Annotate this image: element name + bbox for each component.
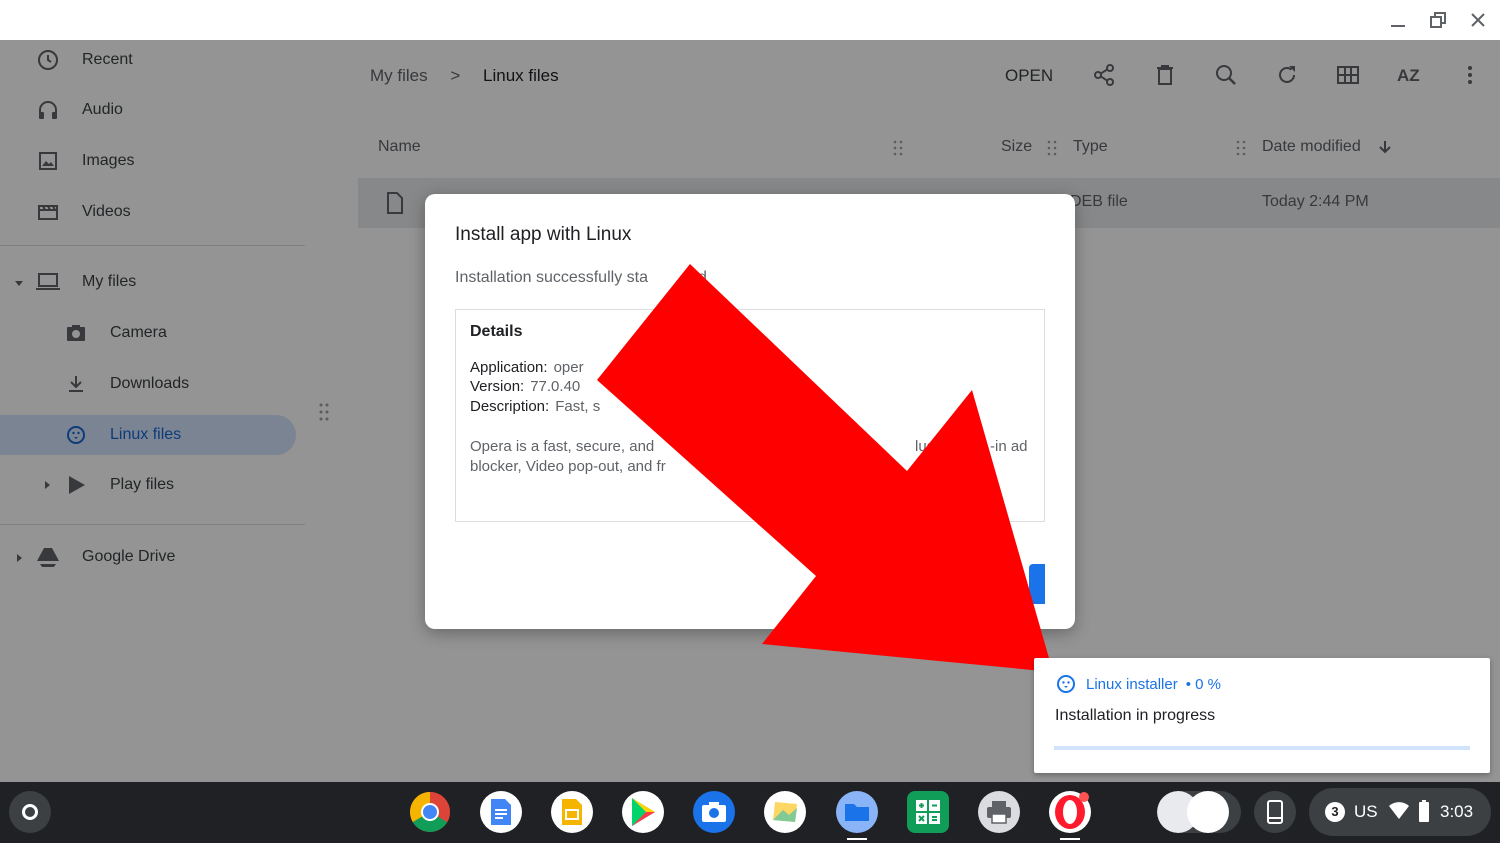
dialog-status-tail: d <box>697 269 707 286</box>
notification-percent: • 0 % <box>1185 675 1221 693</box>
dialog-status: Installation successfully sta d <box>455 269 707 287</box>
shelf-app-printer[interactable] <box>978 791 1020 833</box>
shelf-app-docs[interactable] <box>480 791 522 833</box>
notification-message: Installation in progress <box>1055 707 1216 724</box>
shelf-app-opera[interactable] <box>1049 791 1091 833</box>
detail-key: Version: <box>470 378 525 395</box>
detail-value: 77.0.40 <box>530 378 581 395</box>
window-title-bar <box>0 0 1500 40</box>
ok-button[interactable] <box>1029 564 1045 604</box>
detail-key: Description: <box>470 398 550 415</box>
printer-icon <box>987 801 1011 824</box>
shelf-app-calculator[interactable] <box>907 791 949 833</box>
description-part-c: -in ad <box>990 438 1028 455</box>
install-dialog: Install app with Linux Installation succ… <box>425 194 1075 629</box>
maximize-icon <box>1430 12 1446 28</box>
shelf-app-play-store[interactable] <box>622 791 664 833</box>
shelf-app-slides[interactable] <box>551 791 593 833</box>
battery-icon <box>1419 800 1429 822</box>
notification-count-badge: 3 <box>1325 802 1345 822</box>
detail-application: Application: oper <box>470 359 584 376</box>
penguin-icon <box>1057 675 1075 693</box>
camera-app-icon <box>702 802 726 822</box>
shelf-app-gallery[interactable] <box>764 791 806 833</box>
dialog-status-text: Installation successfully sta <box>455 269 648 286</box>
minimize-icon <box>1391 25 1405 27</box>
close-icon <box>1471 13 1485 27</box>
clock-time: 3:03 <box>1440 802 1474 821</box>
description-part-a: Opera is a fast, secure, and <box>470 438 655 455</box>
minimize-button[interactable] <box>1383 6 1413 34</box>
detail-value: Fast, s <box>555 398 601 415</box>
detail-description: Description: Fast, s <box>470 398 600 415</box>
description-line-1: Opera is a fast, secure, and lud -in ad <box>470 437 1030 457</box>
running-indicator <box>847 838 867 840</box>
dialog-title: Install app with Linux <box>455 224 632 245</box>
keyboard-layout: US <box>1354 802 1378 821</box>
shelf-app-files[interactable] <box>836 791 878 833</box>
description-line-2: blocker, Video pop-out, and fr <box>470 458 666 475</box>
detail-key: Application: <box>470 359 548 376</box>
app-description: Opera is a fast, secure, and lud -in ad … <box>470 437 1030 477</box>
opera-icon <box>1050 792 1090 832</box>
status-tray[interactable]: 3 US 3:03 <box>1309 788 1491 836</box>
slides-icon <box>562 799 582 825</box>
shelf-app-camera[interactable] <box>693 791 735 833</box>
running-indicator <box>1060 838 1080 840</box>
wifi-icon <box>1389 802 1409 819</box>
docs-icon <box>491 799 511 825</box>
play-store-icon <box>632 798 655 826</box>
phone-icon <box>1267 800 1283 824</box>
calculator-icon <box>916 800 940 824</box>
maximize-button[interactable] <box>1423 6 1453 34</box>
chrome-icon <box>410 792 450 832</box>
notification-app-name: Linux installer <box>1086 675 1178 693</box>
linux-installer-notification[interactable]: Linux installer • 0 % Installation in pr… <box>1034 658 1490 773</box>
close-button[interactable] <box>1463 6 1493 34</box>
launcher-icon <box>22 804 38 820</box>
files-icon <box>836 791 878 833</box>
description-part-b: lud <box>915 438 936 455</box>
details-panel: Details Application: oper Version: 77.0.40… <box>455 309 1045 522</box>
gallery-icon <box>773 802 797 822</box>
detail-value: oper <box>553 359 584 376</box>
holding-space-tray[interactable] <box>1157 791 1241 833</box>
thumbnail-2 <box>1187 791 1229 833</box>
install-progress-bar <box>1054 746 1470 750</box>
launcher-button[interactable] <box>9 791 51 833</box>
shelf-app-chrome[interactable] <box>409 791 451 833</box>
notification-source: Linux installer • 0 % <box>1056 674 1221 694</box>
details-heading: Details <box>470 323 523 340</box>
phone-hub-button[interactable] <box>1254 791 1296 833</box>
detail-version: Version: 77.0.40 <box>470 378 580 395</box>
